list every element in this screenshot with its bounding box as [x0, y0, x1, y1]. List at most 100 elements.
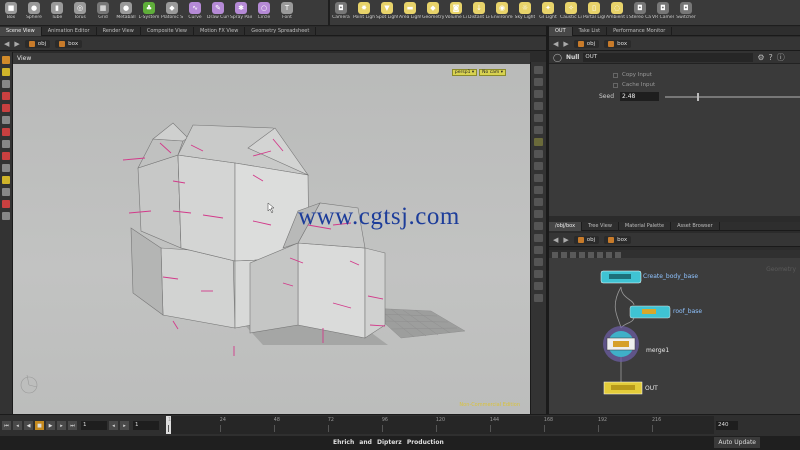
display-option-icon[interactable]: [534, 78, 543, 86]
handle-tool-icon[interactable]: [2, 116, 10, 124]
cache-input-toggle[interactable]: Cache Input: [613, 80, 800, 90]
node-label-roof-base[interactable]: roof_base: [673, 308, 702, 315]
network-tool-icon[interactable]: [561, 251, 567, 258]
create-tool-5[interactable]: ● Metaball: [115, 2, 137, 20]
light-tool-4[interactable]: ◆Geometry L...: [422, 2, 444, 20]
measure-tool-icon[interactable]: [2, 212, 10, 220]
path-box[interactable]: box: [55, 39, 83, 48]
display-option-icon[interactable]: [534, 198, 543, 206]
display-option-icon[interactable]: [534, 174, 543, 182]
create-tool-2[interactable]: ▮ Tube: [46, 2, 68, 20]
stop-button[interactable]: ■: [35, 421, 44, 430]
back-arrow-icon[interactable]: ◀: [553, 40, 558, 48]
magnet-tool-icon[interactable]: [2, 164, 10, 172]
seed-field[interactable]: 2.48: [620, 92, 659, 101]
display-option-icon[interactable]: [534, 114, 543, 122]
display-option-icon[interactable]: [534, 270, 543, 278]
light-tool-1[interactable]: ✸ Point Light: [353, 2, 375, 20]
tab-obj-box[interactable]: /obj/box: [549, 221, 583, 231]
view-tool-icon[interactable]: [2, 68, 10, 76]
display-option-icon[interactable]: [534, 234, 543, 242]
last-frame-button[interactable]: ⏭: [68, 421, 77, 430]
light-tool-10[interactable]: ✧Caustic Light: [560, 2, 582, 20]
help-icon[interactable]: ?: [769, 53, 773, 62]
scene-viewport[interactable]: View persp1 ▾ No cam ▾ www.cgtsj.com Non…: [13, 53, 530, 414]
node-label-merge1[interactable]: merge1: [646, 347, 669, 354]
forward-arrow-icon[interactable]: ▶: [563, 40, 568, 48]
current-frame-field[interactable]: 1: [81, 421, 107, 430]
light-tool-14[interactable]: ◘VR Camera: [652, 2, 674, 20]
paint-tool-icon[interactable]: [2, 176, 10, 184]
seed-slider-handle[interactable]: [696, 92, 699, 101]
tab-render-view[interactable]: Render View: [97, 26, 141, 36]
light-tool-15[interactable]: ◘ Switcher: [675, 2, 697, 20]
create-tool-4[interactable]: ▦ Grid: [92, 2, 114, 20]
copy-input-toggle[interactable]: Copy Input: [613, 70, 800, 80]
network-tool-icon[interactable]: [597, 251, 603, 258]
step-back-button[interactable]: ◂: [13, 421, 22, 430]
keyframe-prev-button[interactable]: ◂: [109, 421, 118, 430]
checkbox[interactable]: [613, 82, 618, 88]
tab-animation-editor[interactable]: Animation Editor: [42, 26, 97, 36]
create-tool-8[interactable]: ∿ Curve: [184, 2, 206, 20]
display-option-icon[interactable]: [534, 258, 543, 266]
end-frame-field[interactable]: 240: [716, 421, 738, 430]
light-tool-12[interactable]: ◌Ambient Lig...: [606, 2, 628, 20]
play-button[interactable]: ▶: [46, 421, 55, 430]
light-tool-6[interactable]: ↓Distant Light: [468, 2, 490, 20]
rotate-tool-icon[interactable]: [2, 92, 10, 100]
tab-composite-view[interactable]: Composite View: [141, 26, 194, 36]
light-tool-2[interactable]: ▼ Spot Light: [376, 2, 398, 20]
network-tool-icon[interactable]: [579, 251, 585, 258]
display-option-icon[interactable]: [534, 66, 543, 74]
move-tool-icon[interactable]: [2, 80, 10, 88]
display-option-icon[interactable]: [534, 282, 543, 290]
display-option-icon[interactable]: [534, 294, 543, 302]
tab-performance-monitor[interactable]: Performance Monitor: [607, 26, 673, 36]
checkbox[interactable]: [613, 72, 618, 78]
tab-material-palette[interactable]: Material Palette: [619, 221, 672, 231]
brush-tool-icon[interactable]: [2, 152, 10, 160]
light-tool-3[interactable]: ▬ Area Light: [399, 2, 421, 20]
tab-asset-browser[interactable]: Asset Browser: [671, 221, 720, 231]
reverse-play-button[interactable]: ◀: [24, 421, 33, 430]
create-tool-10[interactable]: ✱Spray Paint: [230, 2, 252, 20]
display-option-icon[interactable]: [534, 90, 543, 98]
back-arrow-icon[interactable]: ◀: [4, 40, 9, 48]
select-tool-icon[interactable]: [2, 56, 10, 64]
display-option-icon[interactable]: [534, 222, 543, 230]
light-tool-11[interactable]: ▯Portal Light: [583, 2, 605, 20]
tab-take-list[interactable]: Take List: [573, 26, 608, 36]
create-tool-3[interactable]: ◎ Torus: [69, 2, 91, 20]
path-obj[interactable]: obj: [24, 39, 51, 48]
path-obj[interactable]: obj: [573, 235, 600, 244]
pose-tool-icon[interactable]: [2, 128, 10, 136]
display-option-icon[interactable]: [534, 138, 543, 146]
network-tool-icon[interactable]: [588, 251, 594, 258]
forward-arrow-icon[interactable]: ▶: [563, 236, 568, 244]
tab-geometry-spreadsheet[interactable]: Geometry Spreadsheet: [245, 26, 317, 36]
create-tool-12[interactable]: T Font: [276, 2, 298, 20]
light-tool-0[interactable]: ◘ Camera: [330, 2, 352, 20]
light-tool-9[interactable]: ✦ GI Light: [537, 2, 559, 20]
scale-tool-icon[interactable]: [2, 104, 10, 112]
edit-tool-icon[interactable]: [2, 188, 10, 196]
display-option-icon[interactable]: [534, 210, 543, 218]
auto-update-button[interactable]: Auto Update: [714, 437, 760, 448]
light-tool-5[interactable]: ◙Volume Light: [445, 2, 467, 20]
network-tool-icon[interactable]: [615, 251, 621, 258]
start-frame-field[interactable]: 1: [133, 421, 159, 430]
first-frame-button[interactable]: ⏮: [2, 421, 11, 430]
light-tool-8[interactable]: ☼ Sky Light: [514, 2, 536, 20]
network-tool-icon[interactable]: [570, 251, 576, 258]
tab-motion-fx-view[interactable]: Motion FX View: [194, 26, 246, 36]
back-arrow-icon[interactable]: ◀: [553, 236, 558, 244]
create-tool-9[interactable]: ✎Draw Curve: [207, 2, 229, 20]
display-option-icon[interactable]: [534, 102, 543, 110]
seed-slider[interactable]: [664, 92, 800, 101]
path-obj[interactable]: obj: [573, 39, 600, 48]
node-name-field[interactable]: OUT: [583, 52, 754, 62]
create-tool-1[interactable]: ● Sphere: [23, 2, 45, 20]
network-tool-icon[interactable]: [552, 251, 558, 258]
create-tool-6[interactable]: ♣ L-System: [138, 2, 160, 20]
